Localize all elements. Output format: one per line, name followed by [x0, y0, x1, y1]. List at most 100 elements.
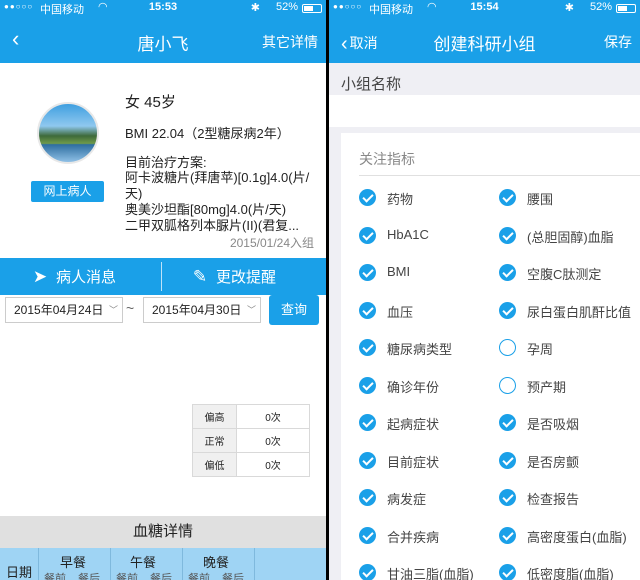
column-header-dinner: 晚餐	[203, 555, 230, 570]
avatar[interactable]	[37, 102, 99, 164]
column-header-lunch: 午餐	[130, 555, 157, 570]
patient-messages-button[interactable]: ➤ 病人消息	[30, 258, 116, 295]
indicator-label: 病发症	[387, 492, 427, 507]
checked-circle-icon	[359, 564, 376, 580]
divider	[161, 262, 162, 291]
indicator-label: (总胆固醇)血脂	[527, 229, 614, 245]
status-bar: ●●○○○ 中国移动 ◠ 15:53 ✱ 52%	[0, 0, 326, 16]
column-subheader: 餐前	[44, 573, 66, 580]
glucose-detail-title: 血糖详情	[0, 516, 326, 548]
checked-circle-icon	[359, 264, 376, 281]
stat-label: 正常	[192, 428, 237, 453]
indicator-label: 糖尿病类型	[387, 342, 453, 357]
patient-detail-screen: ●●○○○ 中国移动 ◠ 15:53 ✱ 52% ‹ 唐小飞 其它详情 网上病人…	[0, 0, 326, 580]
query-button[interactable]: 查询	[269, 295, 319, 325]
indicator-label: 甘油三脂(血脂)	[387, 567, 474, 580]
checked-circle-icon	[499, 564, 516, 580]
patient-gender-age: 女 45岁	[125, 94, 176, 111]
nav-bar: ‹ 取消 创建科研小组 保存	[329, 16, 640, 63]
indicators-title: 关注指标	[359, 151, 415, 167]
indicators-card: 关注指标 药物 腰围 HbA1C (总胆固醇)血脂 BMI 空腹C肽测定 血压 尿白蛋白肌酐比…	[341, 133, 640, 580]
drug-item: 阿卡波糖片(拜唐苹)[0.1g]4.0(片/天)	[125, 170, 310, 201]
chevron-down-icon: ﹀	[108, 305, 118, 315]
checked-circle-icon	[359, 451, 376, 469]
checked-circle-icon	[499, 451, 516, 469]
checked-circle-icon	[499, 414, 516, 431]
indicator-label: 检查报告	[527, 492, 580, 507]
end-date-select[interactable]: 2015年04月30日 ﹀	[143, 297, 261, 323]
indicator-label: HbA1C	[387, 226, 429, 242]
indicator-label: 低密度脂(血脂)	[527, 567, 614, 580]
checked-circle-icon	[359, 489, 376, 506]
save-button[interactable]: 保存	[604, 32, 632, 52]
drug-item: 二甲双胍格列本脲片(II)(君复...	[125, 218, 300, 233]
unchecked-circle-icon	[499, 376, 516, 394]
indicator-label: 孕周	[527, 342, 554, 357]
indicator-label: 预产期	[527, 379, 567, 395]
group-name-input[interactable]	[329, 95, 640, 127]
change-reminder-label: 更改提醒	[216, 269, 277, 286]
range-separator: ~	[126, 300, 135, 316]
bluetooth-icon: ✱	[564, 2, 574, 14]
unchecked-circle-icon	[499, 339, 516, 356]
status-bar: ●●○○○ 中国移动 ◠ 15:54 ✱ 52%	[329, 0, 640, 16]
start-date-select[interactable]: 2015年04月24日 ﹀	[5, 297, 123, 323]
indicator-label: 起病症状	[387, 417, 440, 432]
indicator-label: 高密度蛋白(血脂)	[527, 529, 627, 545]
group-name-label: 小组名称	[341, 76, 402, 93]
battery-icon	[302, 4, 322, 13]
other-details-button[interactable]: 其它详情	[262, 32, 318, 52]
column-subheader: 餐后	[222, 573, 244, 580]
column-subheader: 餐后	[78, 573, 100, 580]
table-row: 正常 0次	[192, 428, 310, 453]
column-header-date: 日期	[6, 565, 33, 580]
checked-circle-icon	[499, 526, 516, 544]
drug-item: 奥美沙坦酯[80mg]4.0(片/天)	[125, 202, 287, 217]
battery-percent: 52%	[275, 1, 298, 13]
indicator-label: 合并疾病	[387, 529, 440, 545]
divider	[359, 175, 640, 176]
stat-label: 偏高	[192, 404, 237, 429]
nav-bar: ‹ 唐小飞 其它详情	[0, 16, 326, 63]
column-subheader: 餐前	[116, 573, 138, 580]
online-patient-badge: 网上病人	[31, 181, 104, 202]
checked-circle-icon	[499, 264, 516, 281]
edit-icon: ✎	[192, 267, 208, 286]
indicator-label: 目前症状	[387, 454, 440, 470]
checked-circle-icon	[499, 226, 516, 244]
indicator-label: 是否房颤	[527, 454, 580, 470]
column-subheader: 餐后	[150, 573, 172, 580]
table-row: 偏高 0次	[192, 404, 310, 429]
checked-circle-icon	[359, 189, 376, 206]
checked-circle-icon	[499, 189, 516, 206]
indicator-label: 药物	[387, 192, 414, 207]
divider	[182, 548, 183, 580]
start-date-value: 2015年04月24日	[14, 303, 104, 317]
checked-circle-icon	[499, 489, 516, 506]
checked-circle-icon	[359, 301, 376, 319]
chevron-down-icon: ﹀	[246, 305, 256, 315]
indicator-label: 是否吸烟	[527, 417, 580, 432]
stat-label: 偏低	[192, 452, 237, 477]
indicator-label: 确诊年份	[387, 379, 440, 395]
checked-circle-icon	[359, 226, 376, 244]
divider	[38, 548, 39, 580]
stat-value: 0次	[236, 452, 310, 477]
checked-circle-icon	[359, 376, 376, 394]
indicator-label: BMI	[387, 264, 411, 279]
patient-messages-label: 病人消息	[56, 269, 117, 286]
battery-percent: 52%	[589, 1, 612, 13]
treatment-plan-title: 目前治疗方案:	[125, 155, 207, 170]
change-reminder-button[interactable]: ✎ 更改提醒	[190, 258, 276, 295]
create-research-group-screen: ●●○○○ 中国移动 ◠ 15:54 ✱ 52% ‹ 取消 创建科研小组 保存 小…	[329, 0, 640, 580]
divider	[254, 548, 255, 580]
end-date-value: 2015年04月30日	[152, 303, 242, 317]
checked-circle-icon	[499, 301, 516, 319]
send-icon: ➤	[32, 267, 48, 286]
indicator-label: 血压	[387, 304, 414, 320]
indicator-label: 空腹C肽测定	[527, 267, 602, 282]
glucose-stats-table: 偏高 0次 正常 0次 偏低 0次	[192, 404, 310, 477]
column-subheader: 餐前	[188, 573, 210, 580]
page-title: 创建科研小组	[433, 35, 536, 54]
checked-circle-icon	[359, 526, 376, 544]
